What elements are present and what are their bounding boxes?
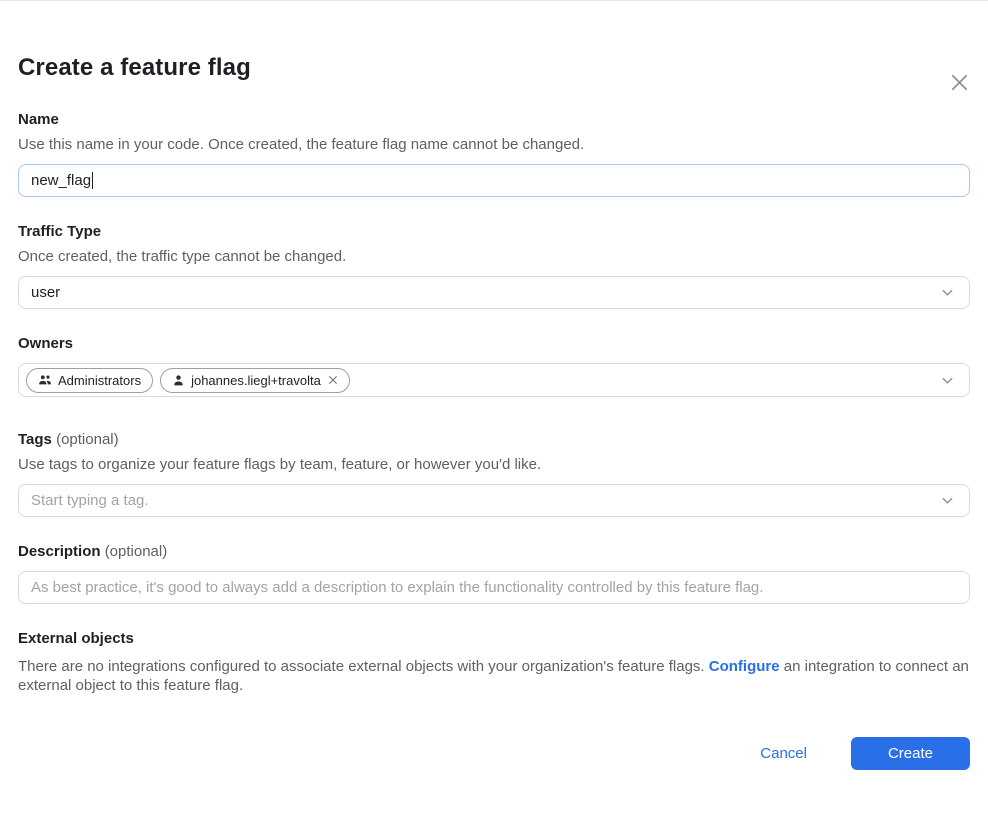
- text-caret: [92, 172, 93, 189]
- description-label: Description (optional): [18, 542, 970, 562]
- group-icon: [38, 373, 52, 387]
- tags-label-text: Tags: [18, 431, 52, 448]
- owner-chip-label: Administrators: [58, 373, 141, 388]
- page-title: Create a feature flag: [18, 53, 970, 83]
- external-objects-text: There are no integrations configured to …: [18, 657, 970, 695]
- name-input[interactable]: new_flag: [18, 164, 970, 197]
- tags-placeholder: Start typing a tag.: [31, 492, 149, 509]
- close-icon: [948, 71, 971, 94]
- owners-select[interactable]: Administrators johannes.liegl+travolta: [18, 363, 970, 397]
- configure-link[interactable]: Configure: [709, 658, 780, 675]
- tags-help-text: Use tags to organize your feature flags …: [18, 455, 970, 475]
- name-label: Name: [18, 110, 970, 130]
- description-optional-text: (optional): [105, 543, 168, 560]
- close-button[interactable]: [946, 69, 972, 95]
- traffic-type-select[interactable]: user: [18, 276, 970, 309]
- person-icon: [172, 374, 185, 387]
- owners-section: Owners Administrators: [18, 334, 970, 397]
- chip-remove-icon[interactable]: [328, 375, 338, 385]
- tags-section: Tags (optional) Use tags to organize you…: [18, 430, 970, 517]
- chevron-down-icon: [940, 285, 955, 300]
- cancel-button[interactable]: Cancel: [760, 745, 807, 762]
- chevron-down-icon: [940, 493, 955, 508]
- name-section: Name Use this name in your code. Once cr…: [18, 110, 970, 197]
- owner-chip-administrators[interactable]: Administrators: [26, 368, 153, 393]
- name-input-value: new_flag: [31, 172, 91, 189]
- description-label-text: Description: [18, 543, 101, 560]
- tags-input[interactable]: Start typing a tag.: [18, 484, 970, 517]
- name-help-text: Use this name in your code. Once created…: [18, 135, 970, 155]
- external-objects-section: External objects There are no integratio…: [18, 629, 970, 695]
- owner-chip-label: johannes.liegl+travolta: [191, 373, 321, 388]
- traffic-type-label: Traffic Type: [18, 222, 970, 242]
- description-section: Description (optional) As best practice,…: [18, 542, 970, 604]
- chevron-down-icon: [940, 373, 955, 388]
- description-placeholder: As best practice, it's good to always ad…: [31, 579, 763, 596]
- owners-label: Owners: [18, 334, 970, 354]
- traffic-type-selected-value: user: [31, 284, 60, 301]
- owners-chips: Administrators johannes.liegl+travolta: [26, 368, 350, 393]
- external-objects-label: External objects: [18, 629, 970, 649]
- tags-optional-text: (optional): [56, 431, 119, 448]
- create-feature-flag-modal: Create a feature flag Name Use this name…: [0, 53, 988, 815]
- tags-label: Tags (optional): [18, 430, 970, 450]
- description-input[interactable]: As best practice, it's good to always ad…: [18, 571, 970, 604]
- modal-footer: Cancel Create: [18, 737, 970, 770]
- owner-chip-user[interactable]: johannes.liegl+travolta: [160, 368, 350, 393]
- traffic-type-help-text: Once created, the traffic type cannot be…: [18, 247, 970, 267]
- traffic-type-section: Traffic Type Once created, the traffic t…: [18, 222, 970, 309]
- external-objects-text-before: There are no integrations configured to …: [18, 658, 709, 675]
- create-button[interactable]: Create: [851, 737, 970, 770]
